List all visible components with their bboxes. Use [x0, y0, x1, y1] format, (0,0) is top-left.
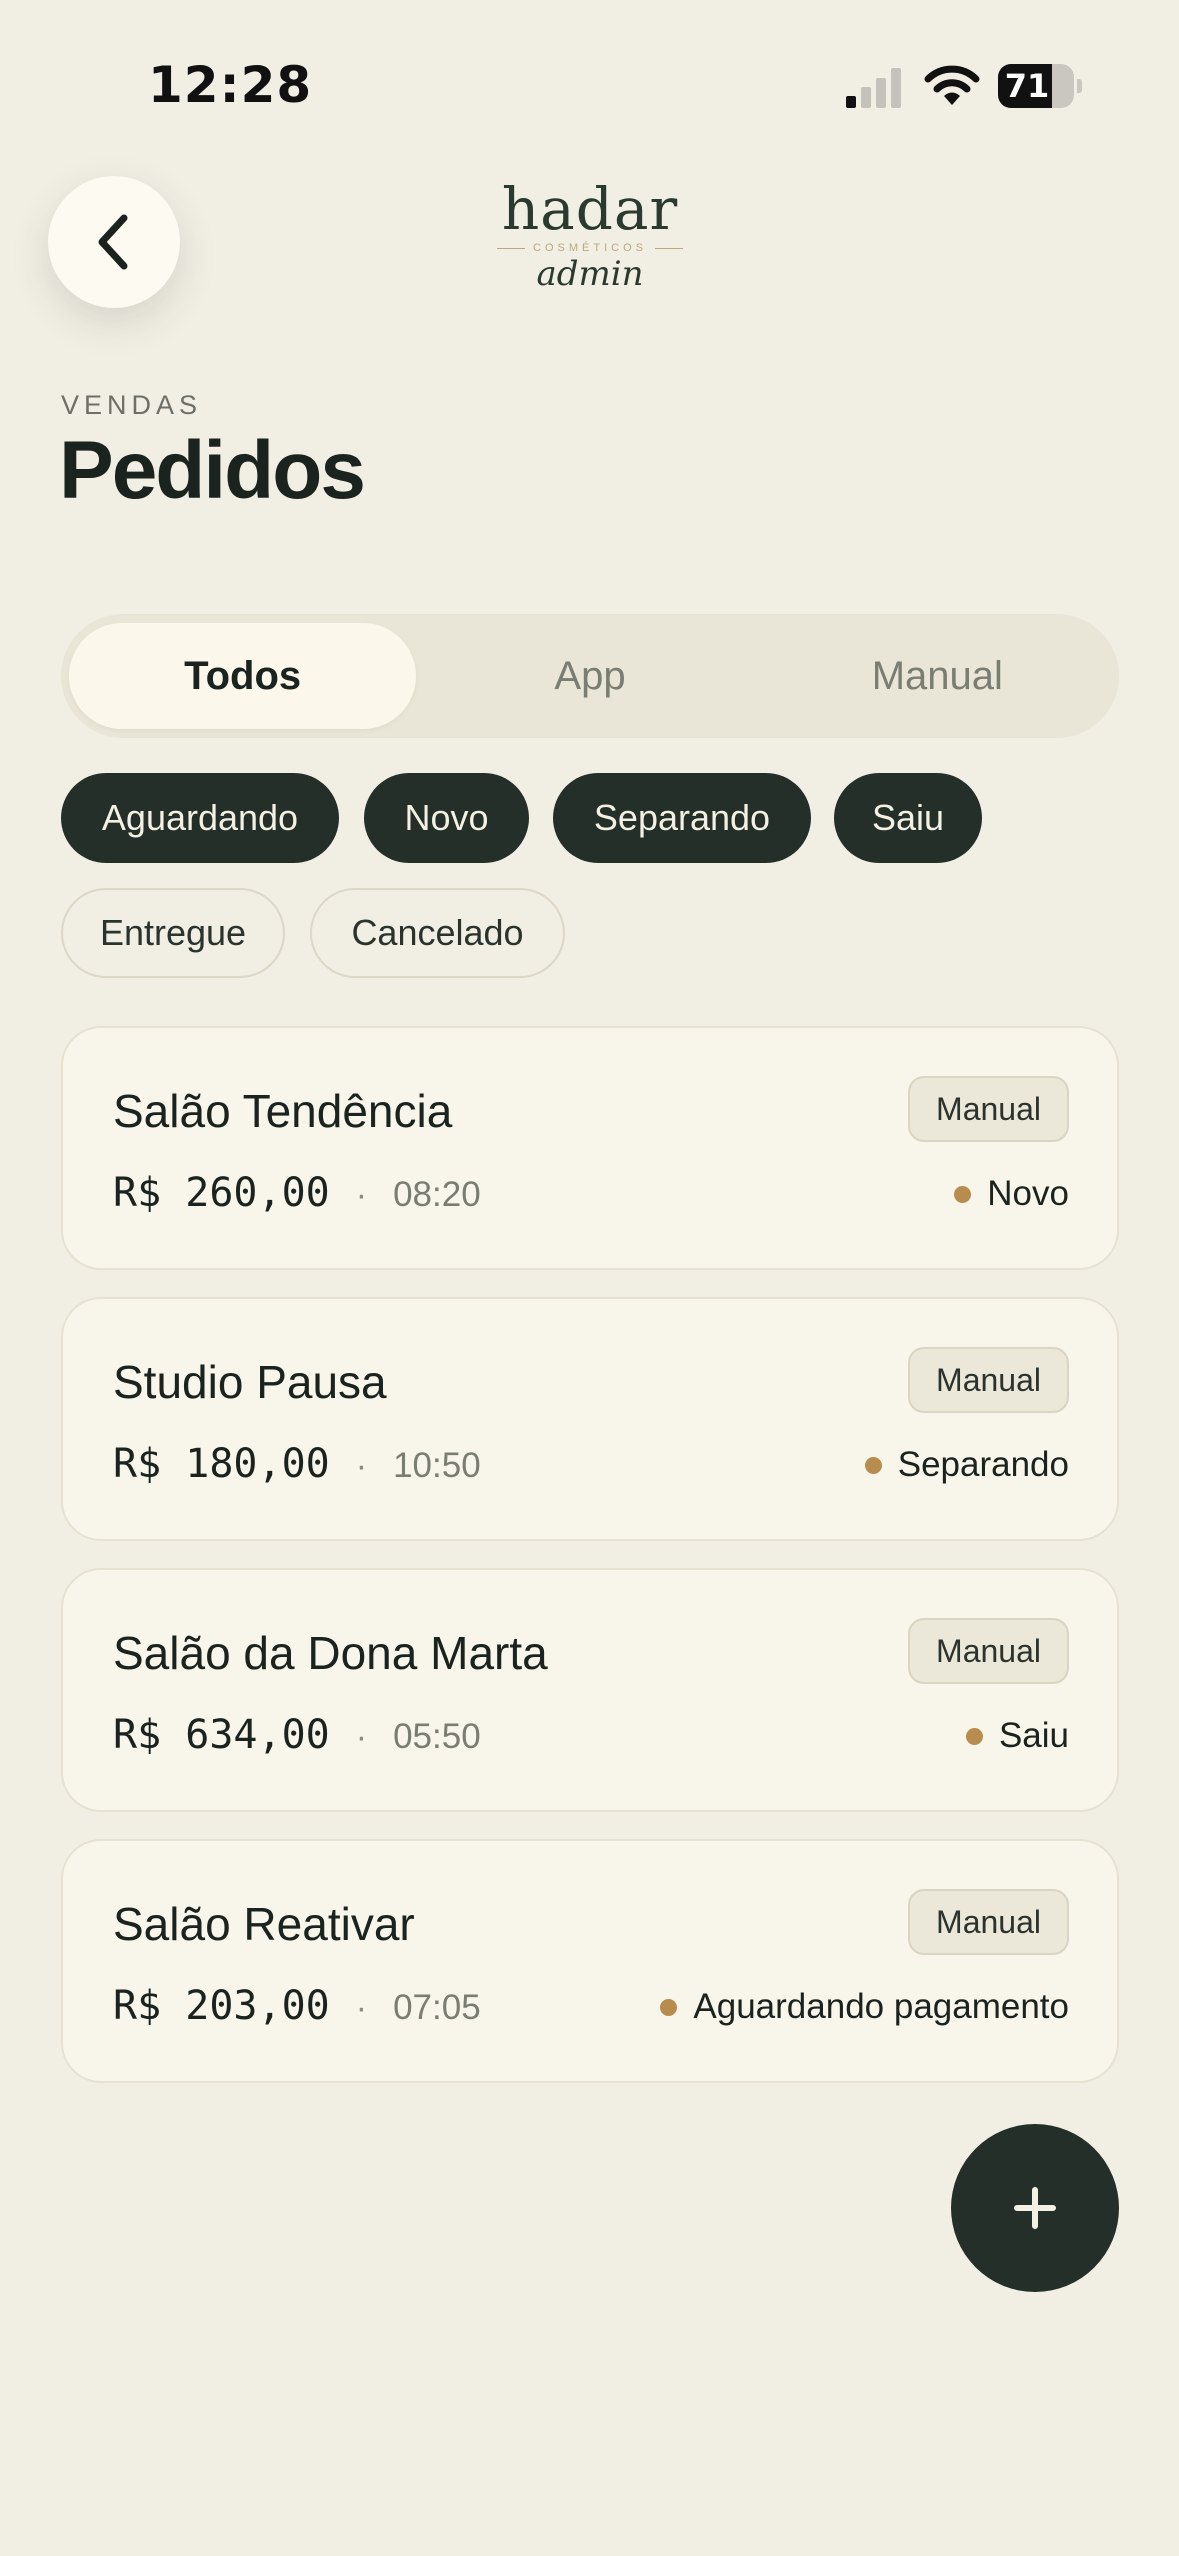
order-customer-name: Salão da Dona Marta	[113, 1627, 548, 1679]
chip-separando[interactable]: Separando	[553, 773, 811, 863]
order-amount: R$ 203,00	[113, 1983, 330, 2029]
chevron-left-icon	[98, 214, 128, 270]
order-time: 05:50	[393, 1717, 481, 1756]
order-amount: R$ 634,00	[113, 1712, 330, 1758]
battery-cap	[1077, 79, 1082, 93]
chip-novo[interactable]: Novo	[364, 773, 529, 863]
brand-tagline: COSMÉTICOS	[533, 242, 647, 254]
status-dot-icon	[864, 1456, 882, 1474]
chip-cancelado[interactable]: Cancelado	[310, 888, 565, 978]
order-separator: ·	[355, 1989, 368, 2027]
order-customer-name: Salão Reativar	[113, 1898, 415, 1950]
cellular-signal-icon	[846, 68, 901, 108]
brand-logo: hadar COSMÉTICOS admin	[440, 178, 740, 294]
battery-level: 71	[1004, 67, 1050, 105]
order-meta: R$ 180,00 · 10:50	[113, 1441, 481, 1487]
brand-tagline-row: COSMÉTICOS	[440, 242, 740, 254]
status-time: 12:28	[148, 56, 313, 114]
order-time: 08:20	[393, 1175, 481, 1214]
brand-name: hadar	[501, 175, 679, 243]
order-card[interactable]: Salão Reativar Manual R$ 203,00 · 07:05 …	[61, 1839, 1119, 2083]
order-card[interactable]: Salão da Dona Marta Manual R$ 634,00 · 0…	[61, 1568, 1119, 1812]
order-time: 07:05	[393, 1988, 481, 2027]
status-dot-icon	[954, 1185, 972, 1203]
order-source-badge: Manual	[908, 1618, 1069, 1684]
order-status-label: Separando	[897, 1445, 1069, 1484]
order-time: 10:50	[393, 1446, 481, 1485]
page-title: Pedidos	[59, 425, 366, 516]
brand-rule	[654, 247, 683, 249]
order-meta: R$ 260,00 · 08:20	[113, 1170, 481, 1216]
status-dot-icon	[965, 1727, 983, 1745]
order-status-label: Saiu	[998, 1716, 1069, 1755]
order-separator: ·	[355, 1176, 368, 1214]
status-bar: 12:28 71	[0, 0, 1179, 160]
add-order-button[interactable]	[951, 2124, 1119, 2292]
order-meta: R$ 634,00 · 05:50	[113, 1712, 481, 1758]
order-customer-name: Studio Pausa	[113, 1356, 387, 1408]
source-tabs: Todos App Manual	[61, 614, 1119, 738]
brand-rule	[497, 247, 526, 249]
plus-icon	[1014, 2187, 1056, 2229]
order-status: Saiu	[965, 1716, 1069, 1756]
tab-app[interactable]: App	[416, 623, 763, 729]
order-status: Novo	[954, 1174, 1069, 1214]
order-status: Separando	[864, 1445, 1069, 1485]
back-button[interactable]	[48, 176, 180, 308]
order-separator: ·	[355, 1447, 368, 1485]
order-customer-name: Salão Tendência	[113, 1085, 453, 1137]
order-card[interactable]: Salão Tendência Manual R$ 260,00 · 08:20…	[61, 1026, 1119, 1270]
tab-todos[interactable]: Todos	[69, 623, 417, 729]
chip-saiu[interactable]: Saiu	[834, 773, 982, 863]
order-source-badge: Manual	[908, 1076, 1069, 1142]
chip-entregue[interactable]: Entregue	[61, 888, 285, 978]
status-dot-icon	[660, 1998, 678, 2016]
page-eyebrow: VENDAS	[61, 390, 203, 420]
order-card[interactable]: Studio Pausa Manual R$ 180,00 · 10:50 Se…	[61, 1297, 1119, 1541]
order-meta: R$ 203,00 · 07:05	[113, 1983, 481, 2029]
order-source-badge: Manual	[908, 1347, 1069, 1413]
order-separator: ·	[355, 1718, 368, 1756]
order-status-label: Novo	[987, 1174, 1069, 1213]
order-source-badge: Manual	[908, 1889, 1069, 1955]
chip-aguardando[interactable]: Aguardando	[61, 773, 339, 863]
order-amount: R$ 260,00	[113, 1170, 330, 1216]
brand-subtitle: admin	[536, 254, 644, 294]
order-amount: R$ 180,00	[113, 1441, 330, 1487]
battery-icon: 71	[998, 64, 1082, 108]
tab-manual[interactable]: Manual	[764, 623, 1111, 729]
order-status: Aguardando pagamento	[660, 1987, 1069, 2027]
battery-body: 71	[998, 64, 1074, 108]
order-status-label: Aguardando pagamento	[693, 1987, 1069, 2026]
wifi-icon	[924, 65, 980, 105]
